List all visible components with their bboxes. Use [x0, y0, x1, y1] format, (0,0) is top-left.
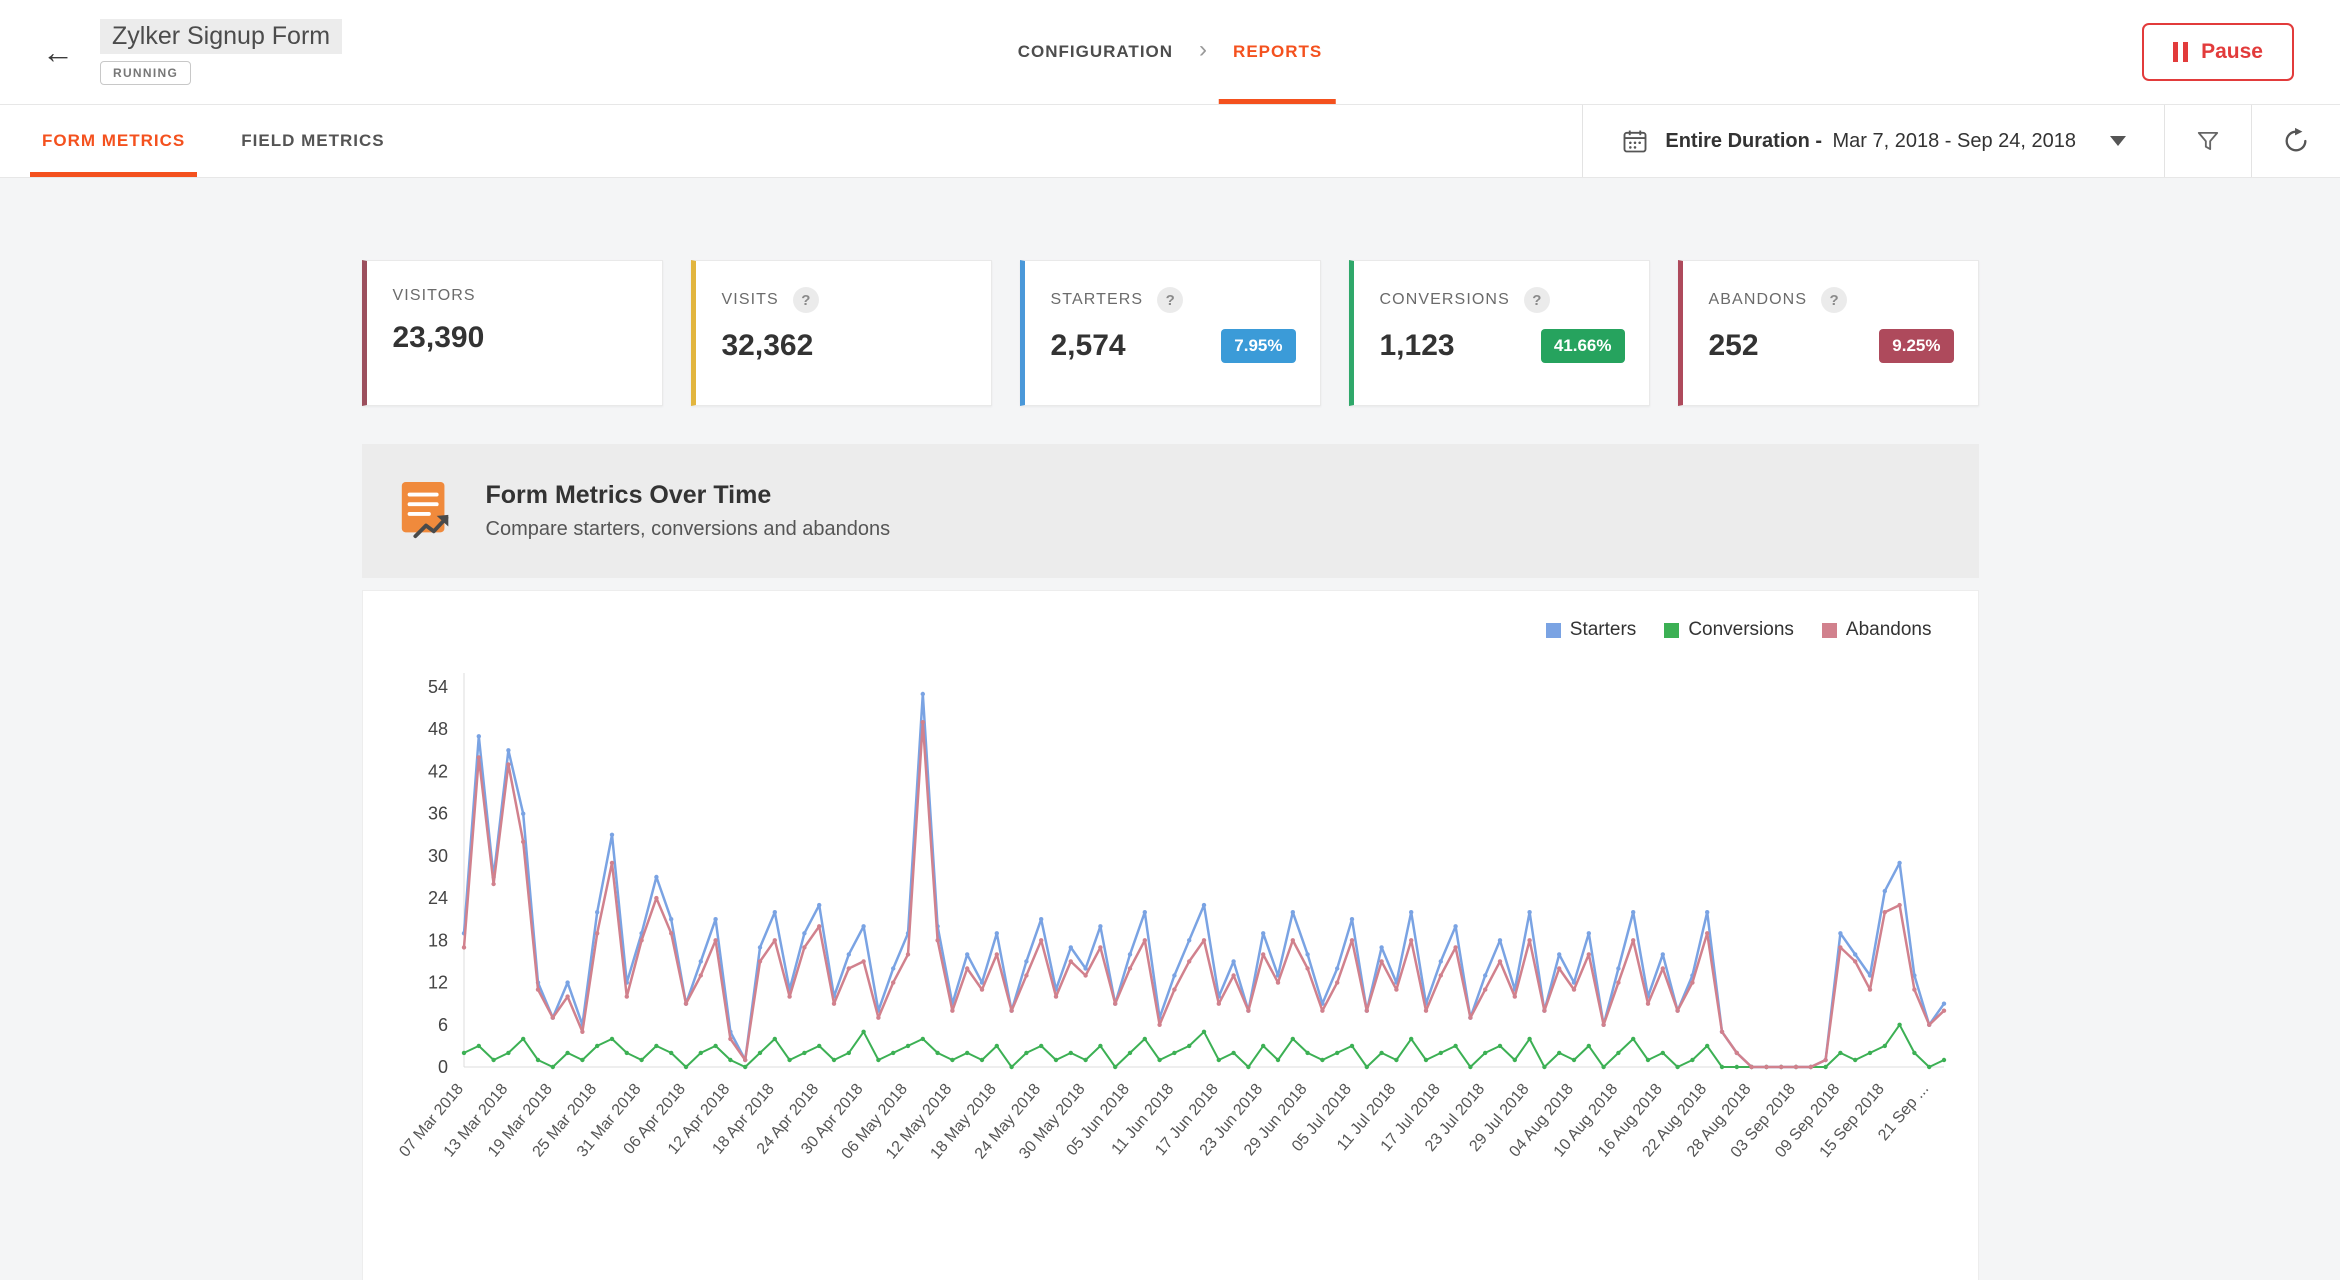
- filter-funnel-icon: [2197, 131, 2219, 151]
- legend-swatch-abandons: [1821, 622, 1837, 638]
- active-nav-underline: [1219, 99, 1337, 104]
- card-badge: 41.66%: [1540, 329, 1625, 363]
- tab-form-metrics[interactable]: FORM METRICS: [14, 105, 213, 177]
- nav-configuration[interactable]: CONFIGURATION: [1018, 42, 1173, 62]
- date-range-label: Entire Duration -: [1665, 129, 1823, 152]
- legend-item-starters[interactable]: Starters: [1545, 619, 1637, 641]
- filter-button[interactable]: [2164, 105, 2251, 177]
- card-value: 1,123: [1379, 329, 1455, 362]
- section-title: Form Metrics Over Time: [485, 481, 772, 509]
- form-metrics-report-icon: [401, 481, 448, 539]
- breadcrumb: CONFIGURATION › REPORTS: [1018, 0, 1337, 104]
- card-value: 32,362: [721, 329, 814, 362]
- legend-label: Abandons: [1845, 619, 1932, 640]
- legend-swatch-starters: [1545, 622, 1561, 638]
- card-label: STARTERS: [1050, 291, 1144, 308]
- chart-section-header: Form Metrics Over Time Compare starters,…: [361, 444, 1979, 578]
- legend-label: Starters: [1569, 619, 1637, 640]
- help-icon[interactable]: ?: [792, 287, 819, 313]
- tab-bar: FORM METRICS FIELD METRICS Entire Durati…: [0, 105, 2340, 178]
- svg-text:48: 48: [427, 719, 447, 739]
- metric-card-visits: VISITS ? 32,362: [690, 260, 992, 406]
- svg-text:36: 36: [427, 804, 447, 824]
- calendar-icon: [1623, 130, 1647, 153]
- tab-form-metrics-label: FORM METRICS: [42, 131, 186, 150]
- svg-text:24: 24: [427, 888, 447, 908]
- date-range-value: Mar 7, 2018 - Sep 24, 2018: [1832, 129, 2077, 152]
- metric-card-visitors: VISITORS ? 23,390: [361, 260, 663, 406]
- svg-text:6: 6: [437, 1015, 447, 1035]
- date-range-selector[interactable]: Entire Duration - Mar 7, 2018 - Sep 24, …: [1582, 105, 2164, 177]
- pause-button-label: Pause: [2201, 40, 2263, 63]
- legend-item-conversions[interactable]: Conversions: [1664, 619, 1794, 641]
- active-tab-underline: [30, 172, 198, 177]
- help-icon[interactable]: ?: [1821, 287, 1848, 313]
- breadcrumb-chevron-icon: ›: [1199, 36, 1208, 63]
- legend-item-abandons[interactable]: Abandons: [1821, 619, 1932, 641]
- refresh-icon: [2285, 127, 2307, 152]
- chart-card: Starters Conversions Abandons 0 6 12 18 24 30…: [361, 590, 1979, 1280]
- metric-card-conversions: CONVERSIONS ? 1,123 41.66%: [1348, 260, 1650, 406]
- svg-text:30: 30: [427, 846, 447, 866]
- legend-swatch-conversions: [1664, 622, 1680, 638]
- svg-text:54: 54: [427, 677, 447, 697]
- card-badge: 7.95%: [1221, 329, 1296, 363]
- svg-text:12: 12: [427, 973, 447, 993]
- section-subtitle: Compare starters, conversions and abando…: [485, 518, 891, 540]
- back-arrow-icon[interactable]: ←: [42, 36, 74, 68]
- pause-icon: [2173, 42, 2189, 62]
- date-range-text: Entire Duration - Mar 7, 2018 - Sep 24, …: [1665, 130, 2076, 153]
- svg-text:0: 0: [437, 1057, 447, 1077]
- form-title-block: Zylker Signup Form RUNNING: [100, 19, 343, 85]
- main-content: VISITORS ? 23,390 VISITS ? 32,362: [0, 178, 2340, 1280]
- refresh-button[interactable]: [2251, 105, 2340, 177]
- card-label: VISITORS: [392, 287, 476, 304]
- nav-reports[interactable]: REPORTS: [1233, 42, 1322, 62]
- tab-field-metrics-label: FIELD METRICS: [241, 131, 385, 150]
- toolbar-right: Entire Duration - Mar 7, 2018 - Sep 24, …: [1582, 105, 2340, 177]
- chevron-down-icon: [2110, 136, 2126, 146]
- card-value: 252: [1708, 329, 1759, 362]
- card-value: 23,390: [392, 321, 485, 354]
- chart-legend: Starters Conversions Abandons: [379, 613, 1962, 647]
- card-label: CONVERSIONS: [1379, 291, 1510, 308]
- nav-reports-wrap[interactable]: REPORTS: [1219, 0, 1337, 104]
- help-icon[interactable]: ?: [1157, 287, 1184, 313]
- help-icon[interactable]: ?: [1523, 287, 1550, 313]
- card-badge: 9.25%: [1879, 329, 1954, 363]
- card-value: 2,574: [1050, 329, 1126, 362]
- page-title[interactable]: Zylker Signup Form: [100, 19, 343, 54]
- status-badge: RUNNING: [100, 61, 192, 85]
- legend-label: Conversions: [1688, 619, 1794, 640]
- metrics-line-chart: 06121824303642485407 Mar 201813 Mar 2018…: [396, 673, 1946, 1162]
- metric-card-abandons: ABANDONS ? 252 9.25%: [1677, 260, 1979, 406]
- svg-text:42: 42: [427, 761, 447, 781]
- card-label: ABANDONS: [1708, 291, 1808, 308]
- metric-cards-row: VISITORS ? 23,390 VISITS ? 32,362: [361, 260, 1979, 406]
- card-label: VISITS: [721, 291, 779, 308]
- pause-button[interactable]: Pause: [2142, 23, 2294, 81]
- top-header: ← Zylker Signup Form RUNNING CONFIGURATI…: [0, 0, 2340, 105]
- metric-card-starters: STARTERS ? 2,574 7.95%: [1019, 260, 1321, 406]
- svg-text:18: 18: [427, 930, 447, 950]
- tab-field-metrics[interactable]: FIELD METRICS: [213, 105, 412, 177]
